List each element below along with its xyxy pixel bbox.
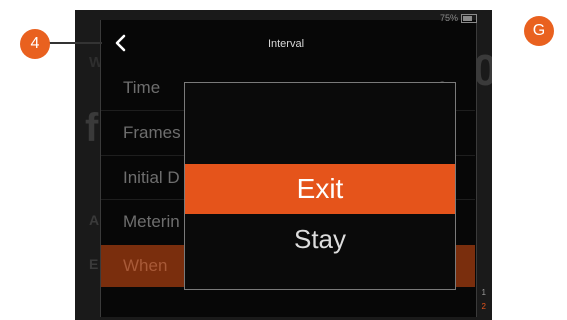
callout-badge-g: G xyxy=(524,16,554,46)
chevron-left-icon[interactable] xyxy=(110,32,132,54)
exit-button[interactable]: Exit xyxy=(185,164,455,214)
menu-row-label: When xyxy=(123,256,168,275)
menu-row-label: Frames xyxy=(123,123,181,142)
battery-percent: 75% xyxy=(440,13,459,23)
background-a-glyph: A xyxy=(89,212,100,228)
page-title: Interval xyxy=(267,38,305,50)
battery-icon xyxy=(461,13,478,23)
callout-badge-4: 4 xyxy=(20,29,50,59)
side-number-1: 1 xyxy=(481,288,486,297)
battery-indicator: 75% xyxy=(440,13,478,23)
exit-confirmation-dialog: Exit Stay xyxy=(184,82,456,290)
menu-row-label: Meterin xyxy=(123,212,180,231)
side-number-2: 2 xyxy=(481,302,486,311)
background-e-glyph: E xyxy=(89,256,99,272)
menu-row-label: Time xyxy=(123,78,161,97)
background-aperture-glyph: f xyxy=(85,106,99,150)
battery-fill xyxy=(463,15,473,21)
stay-button[interactable]: Stay xyxy=(185,214,455,264)
menu-row-label: Initial D xyxy=(123,168,180,187)
